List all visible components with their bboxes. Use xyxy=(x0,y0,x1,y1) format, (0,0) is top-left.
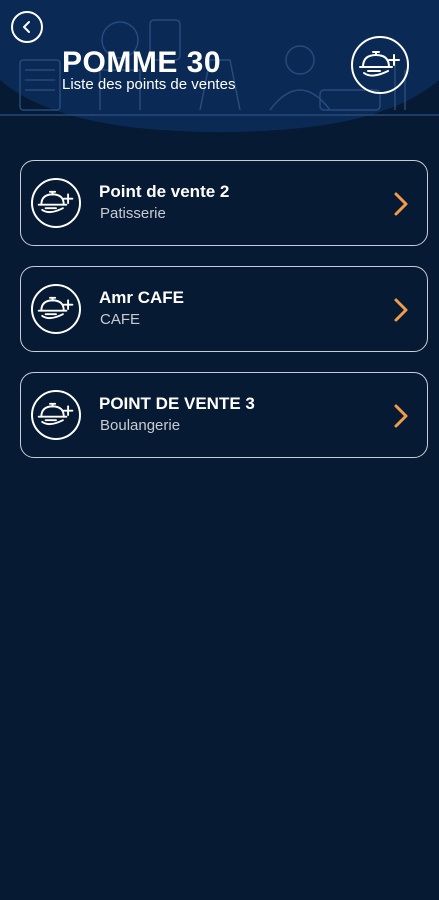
point-of-sale-name: Point de vente 2 xyxy=(99,182,230,201)
point-of-sale-type: CAFE xyxy=(100,311,141,328)
chevron-right-icon xyxy=(394,404,408,428)
header: POMME 30 Liste des points de ventes xyxy=(0,0,439,132)
page-title: POMME 30 xyxy=(62,46,222,79)
add-point-of-sale-button[interactable] xyxy=(351,36,409,94)
cloche-plus-icon xyxy=(31,178,81,228)
point-of-sale-name: POINT DE VENTE 3 xyxy=(99,394,255,413)
chevron-left-icon xyxy=(23,21,30,33)
point-of-sale-type: Patisserie xyxy=(100,205,166,222)
point-of-sale-name: Amr CAFE xyxy=(99,288,185,307)
cloche-plus-icon xyxy=(31,390,81,440)
back-button[interactable] xyxy=(11,11,43,43)
page-subtitle: Liste des points de ventes xyxy=(62,76,236,93)
points-of-sale-list: Point de vente 2 Patisserie Amr CAFE CAF… xyxy=(20,160,428,478)
cloche-plus-icon xyxy=(31,284,81,334)
point-of-sale-card[interactable]: POINT DE VENTE 3 Boulangerie xyxy=(20,372,428,458)
point-of-sale-card[interactable]: Point de vente 2 Patisserie xyxy=(20,160,428,246)
chevron-right-icon xyxy=(394,192,408,216)
chevron-right-icon xyxy=(394,298,408,322)
point-of-sale-card[interactable]: Amr CAFE CAFE xyxy=(20,266,428,352)
point-of-sale-type: Boulangerie xyxy=(100,417,181,434)
cloche-plus-icon xyxy=(359,51,400,77)
